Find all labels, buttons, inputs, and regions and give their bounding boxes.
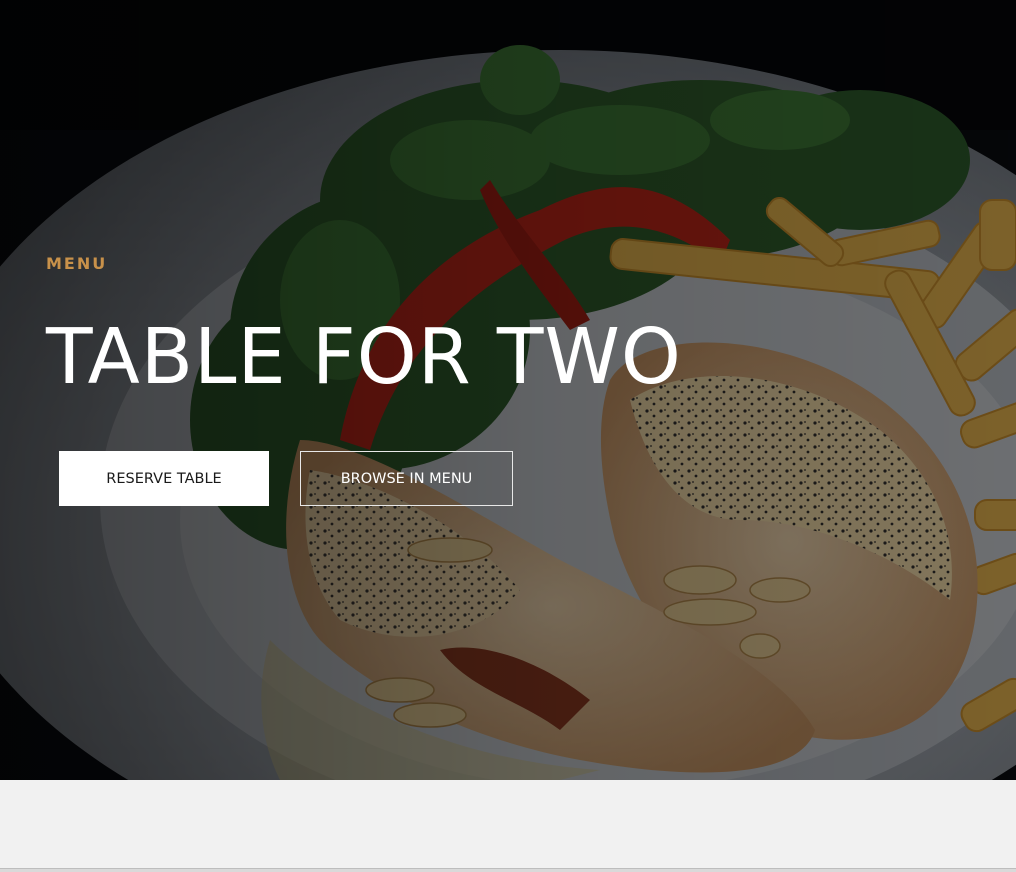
- browse-menu-button[interactable]: BROWSE IN MENU: [300, 451, 513, 506]
- section-eyebrow: MENU: [46, 254, 108, 273]
- hero-content: MENU TABLE FOR TWO: [46, 240, 946, 400]
- page-bottom-divider: [0, 868, 1016, 872]
- reserve-table-button[interactable]: RESERVE TABLE: [59, 451, 269, 506]
- hero-title: TABLE FOR TWO: [46, 313, 682, 402]
- content-area: [0, 780, 1016, 868]
- hero-section: MENU TABLE FOR TWO RESERVE TABLE BROWSE …: [0, 0, 1016, 780]
